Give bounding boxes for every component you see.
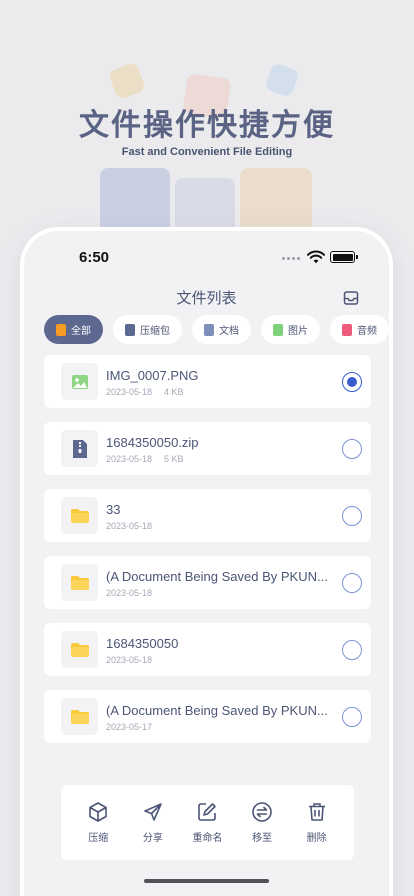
list-item[interactable]: (A Document Being Saved By PKUN... 2023-… <box>44 556 371 609</box>
status-bar: 6:50 <box>24 231 389 283</box>
inbox-icon[interactable] <box>342 289 360 307</box>
tab-label: 文档 <box>219 326 239 337</box>
file-date: 2023-05-18 <box>106 588 153 598</box>
image-icon <box>273 323 283 336</box>
file-date: 2023-05-17 <box>106 722 153 732</box>
image-file-icon <box>61 363 98 400</box>
file-orange-icon <box>56 323 66 336</box>
tab-label: 音频 <box>357 326 377 337</box>
select-radio[interactable] <box>342 506 362 526</box>
select-radio[interactable] <box>342 707 362 727</box>
action-toolbar: 压缩 分享 重命名 移至 删除 <box>61 785 354 860</box>
page-title: 文件列表 <box>176 289 237 307</box>
tab-images[interactable]: 图片 <box>261 315 320 344</box>
file-date: 2023-05-18 <box>106 521 153 531</box>
battery-icon <box>330 251 358 263</box>
share-button[interactable]: 分享 <box>128 801 178 844</box>
file-size: 4 KB <box>164 387 184 397</box>
folder-icon <box>61 631 98 668</box>
list-item[interactable]: IMG_0007.PNG 2023-05-18 4 KB <box>44 355 371 408</box>
zip-icon <box>125 323 135 336</box>
list-item[interactable]: 1684350050.zip 2023-05-18 5 KB <box>44 422 371 475</box>
move-button[interactable]: 移至 <box>237 801 287 844</box>
select-radio[interactable] <box>342 640 362 660</box>
trash-icon <box>308 803 325 821</box>
signal-icon <box>282 257 300 260</box>
file-date: 2023-05-18 <box>106 655 153 665</box>
file-meta: 2023-05-17 <box>106 722 152 732</box>
category-tabs: 全部 压缩包 文档 图片 音频 <box>44 315 389 344</box>
file-name: IMG_0007.PNG <box>106 368 199 383</box>
file-name: (A Document Being Saved By PKUN... <box>106 703 328 718</box>
status-time: 6:50 <box>79 249 110 266</box>
tab-label: 图片 <box>288 326 308 337</box>
file-name: 33 <box>106 502 121 517</box>
file-meta: 2023-05-18 5 KB <box>106 454 184 464</box>
file-meta: 2023-05-18 <box>106 655 152 665</box>
file-list: IMG_0007.PNG 2023-05-18 4 KB 1684350050.z… <box>44 355 371 757</box>
delete-button[interactable]: 删除 <box>292 801 342 844</box>
tab-label: 压缩包 <box>140 326 170 337</box>
file-name: 1684350050 <box>106 636 179 651</box>
file-meta: 2023-05-18 4 KB <box>106 387 184 397</box>
file-date: 2023-05-18 <box>106 387 153 397</box>
folder-icon <box>61 497 98 534</box>
doc-icon <box>204 323 214 336</box>
send-icon <box>144 803 162 821</box>
edit-icon <box>198 803 217 821</box>
promo-subtitle: Fast and Convenient File Editing <box>121 146 293 158</box>
list-item[interactable]: (A Document Being Saved By PKUN... 2023-… <box>44 690 371 743</box>
tab-archives[interactable]: 压缩包 <box>113 315 182 344</box>
file-size: 5 KB <box>164 454 184 464</box>
tab-all[interactable]: 全部 <box>44 315 103 344</box>
file-date: 2023-05-18 <box>106 454 153 464</box>
select-radio[interactable] <box>342 372 362 392</box>
move-label: 移至 <box>252 833 273 844</box>
zip-file-icon <box>61 430 98 467</box>
home-indicator[interactable] <box>144 879 269 883</box>
file-meta: 2023-05-18 <box>106 521 152 531</box>
rename-button[interactable]: 重命名 <box>182 801 232 844</box>
music-icon <box>342 323 352 336</box>
compress-label: 压缩 <box>88 833 109 844</box>
wifi-icon <box>307 250 325 264</box>
file-name: (A Document Being Saved By PKUN... <box>106 569 328 584</box>
delete-label: 删除 <box>306 833 327 844</box>
file-meta: 2023-05-18 <box>106 588 152 598</box>
list-item[interactable]: 33 2023-05-18 <box>44 489 371 542</box>
cube-icon <box>89 802 108 822</box>
file-name: 1684350050.zip <box>106 435 199 450</box>
phone-frame: 6:50 文件列表 全部 压缩包 文档 图片 音频 IMG_0007.PNG 2… <box>24 231 389 896</box>
compress-button[interactable]: 压缩 <box>73 801 123 844</box>
list-item[interactable]: 1684350050 2023-05-18 <box>44 623 371 676</box>
select-radio[interactable] <box>342 439 362 459</box>
tab-documents[interactable]: 文档 <box>192 315 251 344</box>
promo-title: 文件操作快捷方便 <box>79 108 335 143</box>
select-radio[interactable] <box>342 573 362 593</box>
tab-label: 全部 <box>71 326 91 337</box>
folder-icon <box>61 564 98 601</box>
folder-icon <box>61 698 98 735</box>
tab-audio[interactable]: 音频 <box>330 315 389 344</box>
swap-icon <box>252 802 272 822</box>
rename-label: 重命名 <box>192 833 223 844</box>
share-label: 分享 <box>142 833 163 844</box>
